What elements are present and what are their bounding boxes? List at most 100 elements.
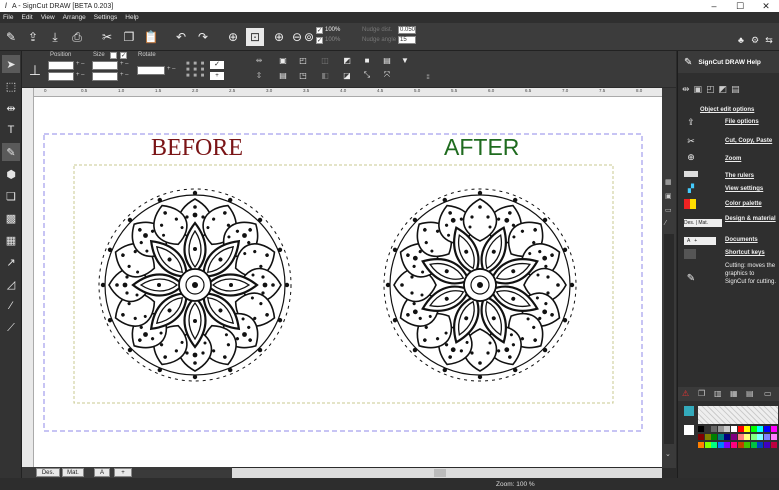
download-icon[interactable]: ⤓	[46, 28, 64, 46]
nudge-dist-input[interactable]: 0.050	[398, 26, 416, 34]
width-stepper[interactable]: + –	[120, 61, 129, 67]
select-all-icon[interactable]: ▤	[380, 54, 394, 66]
text-tool-icon[interactable]: T	[2, 121, 20, 139]
color-swatch[interactable]	[750, 434, 757, 440]
combine-help-icon[interactable]: ◰	[706, 84, 715, 95]
design-material-link[interactable]: Design & material	[725, 216, 776, 223]
eyedropper-tool-icon[interactable]: ⁄	[2, 297, 20, 315]
copy-icon[interactable]: ❐	[120, 28, 138, 46]
color-swatch[interactable]	[764, 426, 770, 432]
menu-view[interactable]: View	[38, 14, 60, 21]
maximize-button[interactable]: ☐	[727, 1, 753, 12]
color-swatch[interactable]	[737, 426, 744, 432]
color-swatch[interactable]	[757, 442, 764, 448]
color-swatch[interactable]	[744, 426, 751, 432]
flip-help-icon[interactable]: ⇹	[682, 84, 690, 95]
shape-tool-icon[interactable]: ⬢	[2, 165, 20, 183]
fill-swatch[interactable]	[684, 425, 694, 435]
color-swatch[interactable]	[717, 434, 724, 440]
pen-tool-icon[interactable]: ✎	[2, 143, 20, 161]
color-swatch[interactable]	[750, 442, 757, 448]
drawing-canvas[interactable]: BEFORE AFTER	[34, 97, 662, 467]
width-input[interactable]	[92, 61, 118, 70]
color-palette-link[interactable]: Color palette	[725, 201, 762, 208]
position-x-input[interactable]	[48, 61, 74, 70]
mandala-after[interactable]	[355, 160, 606, 411]
color-swatch[interactable]	[770, 442, 777, 448]
group-help-icon[interactable]: ▣	[694, 84, 703, 95]
trim-icon[interactable]: ◧	[318, 69, 332, 81]
object-edit-link[interactable]: Object edit options	[700, 107, 754, 113]
color-swatch[interactable]	[737, 434, 744, 440]
tray-icon[interactable]: ▭	[665, 206, 673, 214]
color-swatch[interactable]	[711, 442, 718, 448]
node-icon[interactable]: ⤧	[380, 69, 394, 81]
zoom-b-checkbox[interactable]: ✓	[316, 37, 323, 44]
color-swatch[interactable]	[724, 442, 731, 448]
documents-link[interactable]: Documents	[725, 237, 758, 244]
tool-swatch[interactable]	[684, 406, 694, 416]
weld-icon[interactable]: ◫	[318, 54, 332, 66]
material-tab[interactable]: Mat.	[62, 468, 84, 477]
document-tab-a[interactable]: A	[94, 468, 110, 477]
mandala-before[interactable]	[99, 189, 291, 381]
color-swatch[interactable]	[724, 434, 731, 440]
height-stepper[interactable]: + –	[120, 72, 129, 78]
size-lock-checkbox[interactable]	[110, 52, 117, 59]
height-input[interactable]	[92, 72, 118, 81]
color-swatch[interactable]	[717, 426, 724, 432]
front-icon[interactable]: ◩	[340, 54, 354, 66]
color-swatch[interactable]	[764, 434, 770, 440]
combine-icon[interactable]: ◰	[296, 54, 310, 66]
align-icon[interactable]: ■	[360, 54, 374, 66]
before-label[interactable]: BEFORE	[151, 135, 243, 161]
rulers-link[interactable]: The rulers	[725, 173, 754, 180]
nudge-angle-input[interactable]: 15	[398, 36, 416, 44]
cut-icon[interactable]: ✂	[98, 28, 116, 46]
flip-h-icon[interactable]: ⇹	[252, 54, 266, 66]
undo-icon[interactable]: ↶	[172, 28, 190, 46]
shortcut-keys-link[interactable]: Shortcut keys	[725, 250, 765, 257]
menu-settings[interactable]: Settings	[91, 14, 123, 21]
color-swatch[interactable]	[704, 434, 711, 440]
back-icon[interactable]: ◪	[340, 69, 354, 81]
paint-icon[interactable]: ♣	[735, 31, 747, 49]
color-swatch[interactable]	[698, 434, 704, 440]
anchor-icon[interactable]: ⊥	[26, 61, 44, 79]
file-options-link[interactable]: File options	[725, 119, 759, 126]
palette-paint-icon[interactable]: ▦	[730, 389, 738, 398]
origin-grid-icon[interactable]: ■ ■ ■ ■ ■ ■ ■ ■ ■	[186, 61, 206, 81]
apply-plus-icon[interactable]: +	[210, 72, 224, 80]
design-tab[interactable]: Des.	[36, 468, 60, 477]
color-swatch[interactable]	[717, 442, 724, 448]
distribute-icon[interactable]: ⤡	[360, 69, 374, 81]
color-swatch[interactable]	[757, 434, 764, 440]
color-swatch[interactable]	[698, 442, 704, 448]
color-swatch[interactable]	[711, 426, 718, 432]
group-icon[interactable]: ▣	[276, 54, 290, 66]
grid-icon[interactable]: ▦	[665, 178, 673, 186]
pattern-swatches[interactable]	[698, 406, 778, 424]
color-swatch[interactable]	[744, 442, 751, 448]
more-icon[interactable]: ⁞⁞	[422, 73, 434, 83]
color-swatch[interactable]	[704, 426, 711, 432]
align-help-icon[interactable]: ◩	[719, 84, 728, 95]
mode-icon[interactable]: ⇆	[763, 31, 775, 49]
color-swatch[interactable]	[744, 434, 751, 440]
palette-a-icon[interactable]: ▥	[714, 389, 722, 398]
weed-tool-icon[interactable]: ▩	[2, 209, 20, 227]
save-icon[interactable]: ▣	[665, 192, 673, 200]
color-swatch[interactable]	[731, 442, 737, 448]
color-swatch[interactable]	[711, 434, 718, 440]
color-swatch[interactable]	[764, 442, 770, 448]
warning-icon[interactable]: ⚠	[682, 389, 689, 398]
color-swatch[interactable]	[724, 426, 731, 432]
palette-copy-icon[interactable]: ❐	[698, 389, 705, 398]
filter-icon[interactable]: ▼	[398, 54, 412, 66]
zoom-a-checkbox[interactable]: ✓	[316, 27, 323, 34]
zoom-fit-icon[interactable]: ⊕	[224, 28, 242, 46]
color-swatch[interactable]	[770, 426, 777, 432]
upload-icon[interactable]: ⇪	[24, 28, 42, 46]
minimize-button[interactable]: –	[701, 1, 727, 11]
color-swatch[interactable]	[731, 434, 737, 440]
